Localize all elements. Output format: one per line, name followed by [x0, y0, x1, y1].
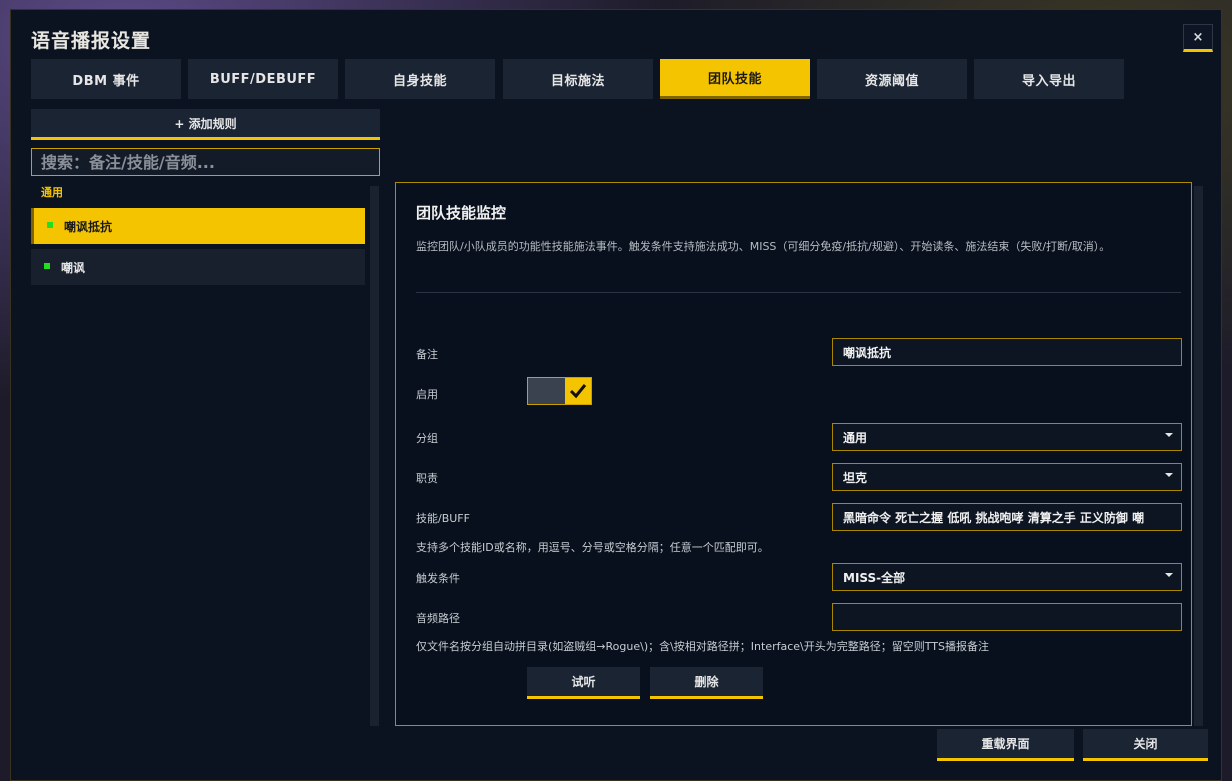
- group-select-value: 通用: [843, 430, 868, 445]
- status-dot-icon: [44, 263, 50, 269]
- tab-buff-debuff[interactable]: BUFF/DEBUFF: [188, 59, 338, 99]
- list-item[interactable]: 嘲讽抵抗: [31, 208, 365, 244]
- trigger-select-value: MISS-全部: [843, 570, 906, 585]
- role-label: 职责: [416, 472, 438, 485]
- search-input[interactable]: [31, 148, 380, 176]
- reload-ui-button[interactable]: 重载界面: [937, 729, 1074, 761]
- window-title: 语音播报设置: [31, 30, 152, 52]
- checkmark-icon: [565, 378, 591, 404]
- delete-button[interactable]: 删除: [650, 667, 763, 699]
- detail-panel: 团队技能监控 监控团队/小队成员的功能性技能施法事件。触发条件支持施法成功、MI…: [395, 182, 1192, 726]
- tab-resource-threshold[interactable]: 资源阈值: [817, 59, 967, 99]
- note-label: 备注: [416, 348, 438, 361]
- enabled-label: 启用: [416, 388, 438, 401]
- voice-settings-window: 语音播报设置 × DBM 事件 BUFF/DEBUFF 自身技能 目标施法 团队…: [10, 9, 1222, 781]
- close-button[interactable]: 关闭: [1083, 729, 1208, 761]
- group-label: 分组: [416, 432, 438, 445]
- trigger-label: 触发条件: [416, 572, 460, 585]
- note-field[interactable]: 嘲讽抵抗: [832, 338, 1182, 366]
- list-item[interactable]: 嘲讽: [31, 249, 365, 285]
- enabled-toggle[interactable]: [527, 377, 592, 405]
- group-select[interactable]: 通用: [832, 423, 1182, 451]
- spell-label: 技能/BUFF: [416, 512, 470, 525]
- tab-dbm-events[interactable]: DBM 事件: [31, 59, 181, 99]
- role-select-value: 坦克: [843, 470, 868, 485]
- tab-self-skills[interactable]: 自身技能: [345, 59, 495, 99]
- chevron-down-icon: [1165, 573, 1173, 577]
- spell-hint: 支持多个技能ID或名称，用逗号、分号或空格分隔；任意一个匹配即可。: [416, 541, 769, 554]
- tab-team-skills[interactable]: 团队技能: [660, 59, 810, 99]
- role-select[interactable]: 坦克: [832, 463, 1182, 491]
- tab-target-cast[interactable]: 目标施法: [503, 59, 653, 99]
- list-item-label: 嘲讽抵抗: [64, 219, 113, 234]
- status-dot-icon: [47, 222, 53, 228]
- group-header: 通用: [41, 186, 63, 199]
- sidebar-scrollbar[interactable]: [370, 186, 379, 726]
- spell-input[interactable]: 黑暗命令 死亡之握 低吼 挑战咆哮 清算之手 正义防御 嘲: [832, 503, 1182, 531]
- audio-hint: 仅文件名按分组自动拼目录(如盗贼组→Rogue\)；含\按相对路径拼；Inter…: [416, 640, 989, 653]
- preview-button[interactable]: 试听: [527, 667, 640, 699]
- tab-import-export[interactable]: 导入导出: [974, 59, 1124, 99]
- audio-label: 音频路径: [416, 612, 460, 625]
- panel-description: 监控团队/小队成员的功能性技能施法事件。触发条件支持施法成功、MISS（可细分免…: [416, 240, 1111, 253]
- panel-scrollbar[interactable]: [1194, 186, 1203, 726]
- audio-path-input[interactable]: [832, 603, 1182, 631]
- panel-title: 团队技能监控: [416, 204, 507, 222]
- close-icon-button[interactable]: ×: [1183, 24, 1213, 52]
- chevron-down-icon: [1165, 473, 1173, 477]
- divider: [416, 292, 1181, 293]
- chevron-down-icon: [1165, 433, 1173, 437]
- add-rule-button[interactable]: + 添加规则: [31, 109, 380, 140]
- list-item-label: 嘲讽: [61, 260, 86, 275]
- trigger-select[interactable]: MISS-全部: [832, 563, 1182, 591]
